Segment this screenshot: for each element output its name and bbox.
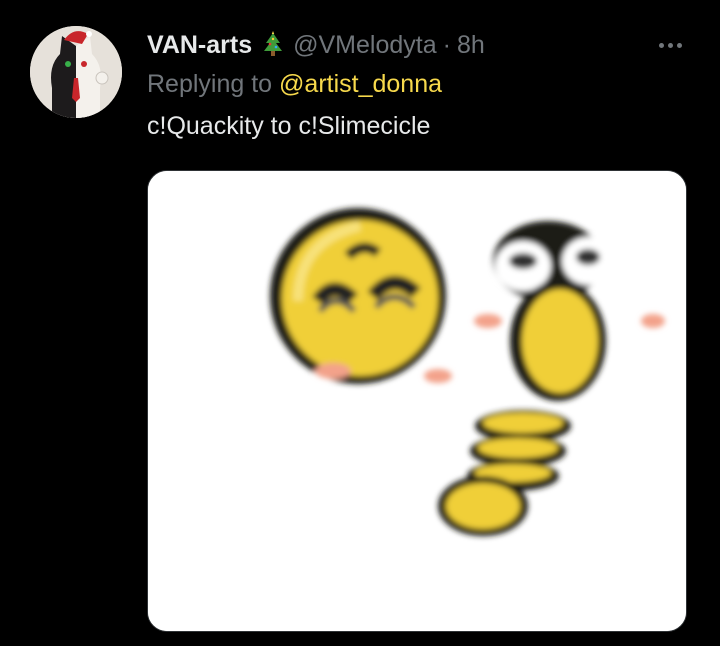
separator-dot: · <box>442 30 451 59</box>
avatar[interactable] <box>30 26 122 118</box>
display-name[interactable]: VAN-arts <box>147 31 252 60</box>
reply-context: Replying to @artist_donna <box>147 70 442 99</box>
reply-mention[interactable]: @artist_donna <box>279 70 442 98</box>
tweet-text: c!Quackity to c!Slimecicle <box>147 112 431 140</box>
christmas-tree-icon <box>262 31 284 59</box>
more-options-icon[interactable] <box>652 28 688 62</box>
timestamp[interactable]: 8h <box>457 31 485 60</box>
reply-prefix: Replying to <box>147 70 273 98</box>
author-handle[interactable]: @VMelodyta <box>293 31 437 60</box>
tweet-image[interactable] <box>147 170 687 632</box>
tweet-header: VAN-arts @VMelodyta · 8h <box>147 28 485 62</box>
tweet[interactable]: VAN-arts @VMelodyta · 8h Replying to @ar… <box>0 0 720 646</box>
